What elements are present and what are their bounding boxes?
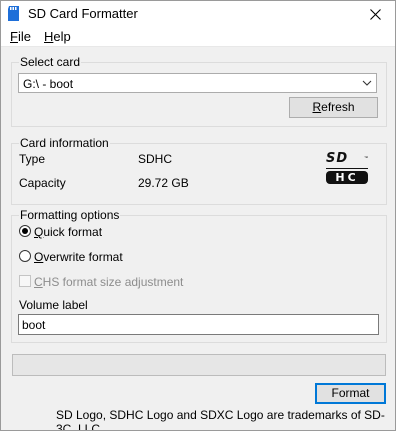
- card-select-value: G:\ - boot: [23, 77, 74, 91]
- sdhc-logo: SD ™ HC: [326, 151, 372, 187]
- chevron-down-icon: [362, 80, 372, 86]
- refresh-button[interactable]: Refresh: [289, 97, 378, 118]
- format-progress-bar: [12, 354, 386, 376]
- type-value: SDHC: [138, 152, 173, 166]
- title-bar: SD Card Formatter: [1, 1, 395, 27]
- window-title: SD Card Formatter: [28, 6, 138, 21]
- sd-card-formatter-window: SD Card Formatter File Help Select card …: [0, 0, 396, 431]
- card-information-group-label: Card information: [19, 136, 110, 150]
- sdhc-logo-top: SD: [326, 151, 349, 166]
- sdhc-logo-bottom: HC: [326, 171, 368, 184]
- quick-format-radio[interactable]: [19, 225, 31, 237]
- overwrite-format-radio[interactable]: [19, 250, 31, 262]
- type-label: Type: [19, 152, 46, 166]
- chs-adjustment-checkbox[interactable]: [19, 275, 31, 287]
- volume-label-caption: Volume label: [19, 298, 88, 312]
- chs-adjustment-label[interactable]: CHS format size adjustment: [34, 275, 183, 289]
- menu-bar: File Help: [1, 27, 395, 47]
- close-icon: [369, 8, 381, 20]
- trademark-mark: ™: [364, 155, 368, 160]
- trademark-footer: SD Logo, SDHC Logo and SDXC Logo are tra…: [56, 408, 385, 431]
- sd-card-app-icon: [8, 6, 19, 21]
- menu-help[interactable]: Help: [44, 29, 71, 44]
- capacity-value: 29.72 GB: [138, 176, 189, 190]
- menu-file[interactable]: File: [10, 29, 31, 44]
- close-button[interactable]: [355, 1, 395, 27]
- capacity-label: Capacity: [19, 176, 66, 190]
- overwrite-format-label[interactable]: Overwrite format: [34, 250, 123, 264]
- format-button[interactable]: Format: [315, 383, 386, 404]
- formatting-options-group-label: Formatting options: [19, 208, 121, 222]
- quick-format-label[interactable]: Quick format: [34, 225, 102, 239]
- volume-label-input[interactable]: boot: [18, 314, 379, 335]
- select-card-group-label: Select card: [19, 55, 82, 69]
- volume-label-value: boot: [22, 318, 46, 332]
- card-select-dropdown[interactable]: G:\ - boot: [18, 73, 377, 93]
